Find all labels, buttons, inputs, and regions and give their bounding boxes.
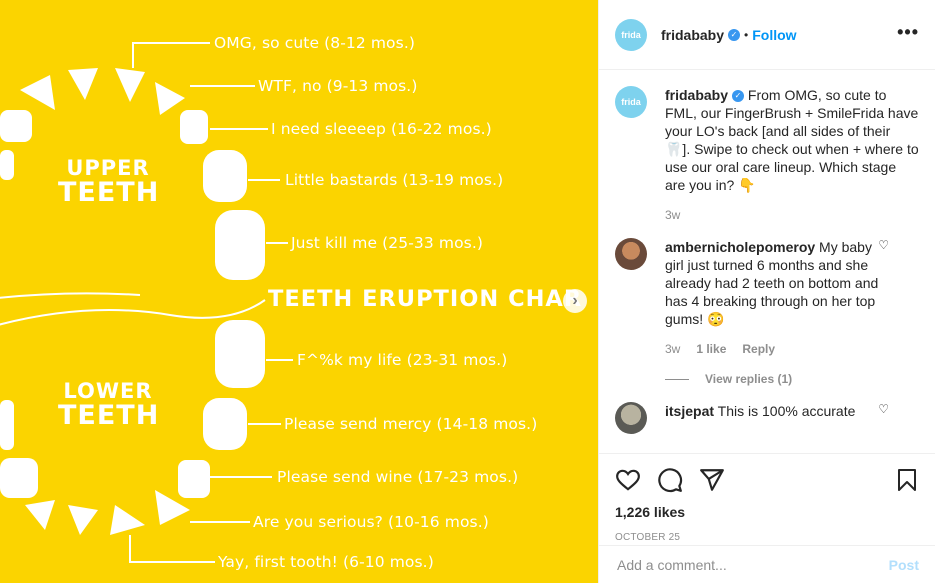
likes-count[interactable]: 1,226 likes bbox=[615, 504, 919, 520]
next-slide-button[interactable]: › bbox=[563, 289, 587, 313]
comment-time[interactable]: 3w bbox=[665, 342, 680, 356]
divider bbox=[665, 378, 689, 380]
avatar[interactable] bbox=[615, 402, 647, 434]
chart-title: TEETH ERUPTION CHAR bbox=[268, 286, 583, 312]
post-media: UPPER TEETH LOWER TEETH TEETH ERUPTION C… bbox=[0, 0, 598, 583]
caption: frida fridababy ✓ From OMG, so cute to FM… bbox=[615, 86, 919, 222]
avatar[interactable] bbox=[615, 238, 647, 270]
verified-icon: ✓ bbox=[732, 90, 745, 103]
comment-item: itsjepat This is 100% accurate ♡ bbox=[615, 402, 919, 434]
stage-label: Just kill me (25-33 mos.) bbox=[291, 234, 484, 252]
reply-button[interactable]: Reply bbox=[742, 342, 775, 356]
like-icon[interactable] bbox=[615, 467, 641, 493]
upper-label-large: TEETH bbox=[58, 177, 160, 208]
heart-icon[interactable]: ♡ bbox=[878, 402, 889, 416]
follow-button[interactable]: Follow bbox=[752, 27, 796, 43]
lower-teeth-label: LOWER TEETH bbox=[58, 379, 160, 431]
more-icon[interactable]: ••• bbox=[897, 22, 919, 43]
add-comment-bar: Post bbox=[599, 545, 935, 583]
carousel-dots bbox=[283, 577, 313, 583]
view-replies-button[interactable]: View replies (1) bbox=[665, 372, 919, 386]
stage-label: Please send mercy (14-18 mos.) bbox=[284, 415, 538, 433]
upper-teeth-label: UPPER TEETH bbox=[58, 156, 160, 208]
comments-list[interactable]: frida fridababy ✓ From OMG, so cute to FM… bbox=[599, 70, 935, 453]
caption-time[interactable]: 3w bbox=[665, 208, 680, 222]
lower-label-small: LOWER bbox=[63, 379, 153, 403]
caption-username[interactable]: fridababy bbox=[665, 87, 728, 103]
share-icon[interactable] bbox=[699, 467, 725, 493]
heart-icon[interactable]: ♡ bbox=[878, 238, 889, 252]
separator: • bbox=[744, 27, 749, 42]
upper-label-small: UPPER bbox=[66, 156, 150, 180]
stage-label: F^%k my life (23-31 mos.) bbox=[297, 351, 508, 369]
comment-likes[interactable]: 1 like bbox=[696, 342, 726, 356]
comment-text: This is 100% accurate bbox=[717, 403, 856, 419]
comment-username[interactable]: itsjepat bbox=[665, 403, 714, 419]
bookmark-icon[interactable] bbox=[895, 467, 919, 493]
verified-icon: ✓ bbox=[728, 28, 741, 41]
stage-label: Yay, first tooth! (6-10 mos.) bbox=[218, 553, 434, 571]
stage-label: Are you serious? (10-16 mos.) bbox=[253, 513, 489, 531]
header-username[interactable]: fridababy bbox=[661, 27, 724, 43]
stage-label: WTF, no (9-13 mos.) bbox=[258, 77, 418, 95]
post-header: frida fridababy ✓ • Follow ••• bbox=[599, 0, 935, 70]
post-button[interactable]: Post bbox=[889, 557, 919, 573]
avatar[interactable]: frida bbox=[615, 86, 647, 118]
stage-label: Please send wine (17-23 mos.) bbox=[277, 468, 519, 486]
comment-username[interactable]: ambernicholepomeroy bbox=[665, 239, 815, 255]
chevron-right-icon: › bbox=[572, 292, 578, 309]
view-replies-label: View replies (1) bbox=[705, 372, 793, 386]
lower-label-large: TEETH bbox=[58, 400, 160, 431]
comment-item: ambernicholepomeroy My baby girl just tu… bbox=[615, 238, 919, 356]
comment-input[interactable] bbox=[615, 555, 889, 574]
post-date[interactable]: OCTOBER 25 bbox=[615, 532, 919, 543]
stage-label: I need sleeeep (16-22 mos.) bbox=[271, 120, 492, 138]
post-side-panel: frida fridababy ✓ • Follow ••• frida fri… bbox=[598, 0, 935, 583]
action-bar: 1,226 likes OCTOBER 25 bbox=[599, 453, 935, 553]
stage-label: Little bastards (13-19 mos.) bbox=[285, 171, 504, 189]
comment-icon[interactable] bbox=[657, 467, 683, 493]
stage-label: OMG, so cute (8-12 mos.) bbox=[214, 34, 415, 52]
avatar[interactable]: frida bbox=[615, 18, 647, 51]
